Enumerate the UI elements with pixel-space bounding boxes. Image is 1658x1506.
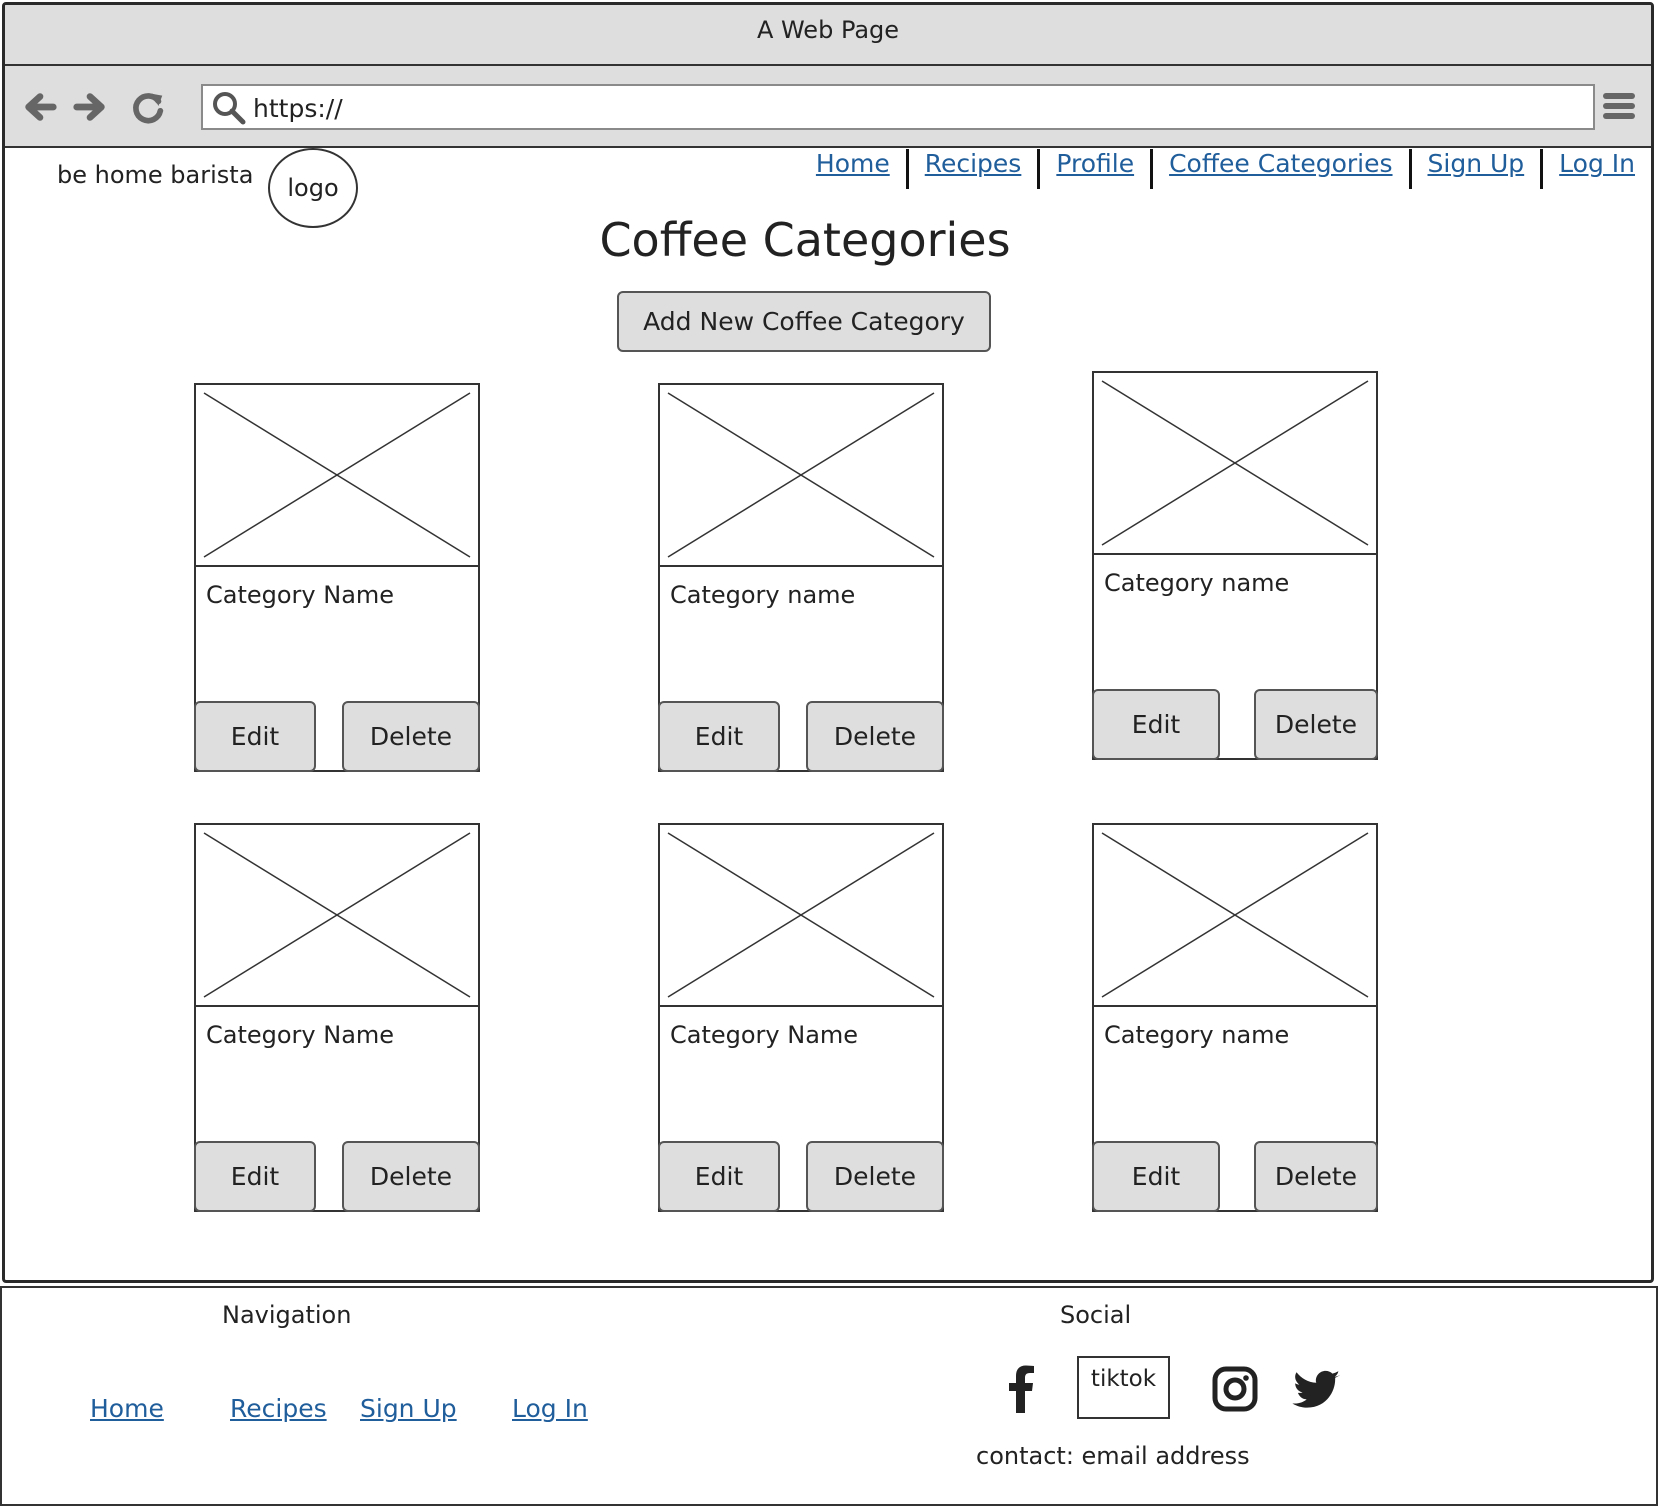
image-placeholder (196, 825, 478, 1007)
category-name: Category Name (670, 1021, 859, 1049)
image-placeholder (1094, 373, 1376, 555)
category-card: Category Name Edit Delete (194, 383, 480, 772)
category-name: Category Name (206, 1021, 395, 1049)
logo-text: logo (287, 174, 339, 202)
image-placeholder (660, 385, 942, 567)
add-category-button[interactable]: Add New Coffee Category (617, 291, 991, 352)
footer-link-sign-up[interactable]: Sign Up (360, 1394, 457, 1423)
nav-link-recipes[interactable]: Recipes (909, 149, 1038, 178)
window-title: A Web Page (5, 5, 1651, 66)
hamburger-menu-icon[interactable] (1601, 88, 1637, 124)
image-placeholder (1094, 825, 1376, 1007)
edit-button[interactable]: Edit (658, 1141, 780, 1212)
footer-link-home[interactable]: Home (90, 1394, 164, 1423)
delete-button[interactable]: Delete (806, 1141, 944, 1212)
edit-button[interactable]: Edit (194, 1141, 316, 1212)
delete-button[interactable]: Delete (1254, 689, 1378, 760)
category-card: Category name Edit Delete (1092, 823, 1378, 1212)
tiktok-label: tiktok (1090, 1366, 1157, 1392)
browser-window: A Web Page be home barista logo Home (2, 2, 1654, 1283)
delete-button[interactable]: Delete (342, 701, 480, 772)
address-bar[interactable] (201, 84, 1595, 130)
footer-link-recipes[interactable]: Recipes (230, 1394, 327, 1423)
edit-button[interactable]: Edit (194, 701, 316, 772)
nav-link-log-in[interactable]: Log In (1543, 149, 1635, 178)
delete-button[interactable]: Delete (342, 1141, 480, 1212)
instagram-icon[interactable] (1212, 1363, 1258, 1415)
forward-arrow-icon[interactable] (71, 87, 109, 127)
nav-link-sign-up[interactable]: Sign Up (1412, 149, 1541, 178)
tiktok-link[interactable]: tiktok (1077, 1356, 1170, 1419)
nav-link-coffee-categories[interactable]: Coffee Categories (1153, 149, 1408, 178)
edit-button[interactable]: Edit (1092, 1141, 1220, 1212)
page-title: Coffee Categories (599, 213, 1011, 267)
category-card: Category name Edit Delete (658, 383, 944, 772)
delete-button[interactable]: Delete (1254, 1141, 1378, 1212)
edit-button[interactable]: Edit (1092, 689, 1220, 760)
image-placeholder (196, 385, 478, 567)
facebook-icon[interactable] (998, 1363, 1044, 1415)
category-name: Category name (670, 581, 856, 609)
footer-link-log-in[interactable]: Log In (512, 1394, 588, 1423)
reload-icon[interactable] (129, 87, 167, 127)
image-placeholder (660, 825, 942, 1007)
twitter-icon[interactable] (1292, 1363, 1342, 1415)
delete-button[interactable]: Delete (806, 701, 944, 772)
browser-toolbar (5, 66, 1651, 148)
category-name: Category Name (206, 581, 395, 609)
top-navigation: Home Recipes Profile Coffee Categories S… (800, 149, 1635, 189)
back-arrow-icon[interactable] (21, 87, 59, 127)
category-card: Category Name Edit Delete (658, 823, 944, 1212)
search-icon (213, 92, 246, 125)
url-input[interactable] (251, 88, 1575, 128)
contact-email: contact: email address (976, 1442, 1250, 1470)
social-heading: Social (1060, 1301, 1132, 1329)
nav-link-profile[interactable]: Profile (1040, 149, 1150, 178)
site-name: be home barista (57, 161, 254, 189)
edit-button[interactable]: Edit (658, 701, 780, 772)
category-name: Category name (1104, 569, 1290, 597)
footer-navigation-heading: Navigation (222, 1301, 352, 1329)
category-card: Category Name Edit Delete (194, 823, 480, 1212)
footer: Navigation Home Recipes Sign Up Log In S… (0, 1286, 1658, 1506)
category-name: Category name (1104, 1021, 1290, 1049)
category-card: Category name Edit Delete (1092, 371, 1378, 760)
nav-link-home[interactable]: Home (800, 149, 906, 178)
